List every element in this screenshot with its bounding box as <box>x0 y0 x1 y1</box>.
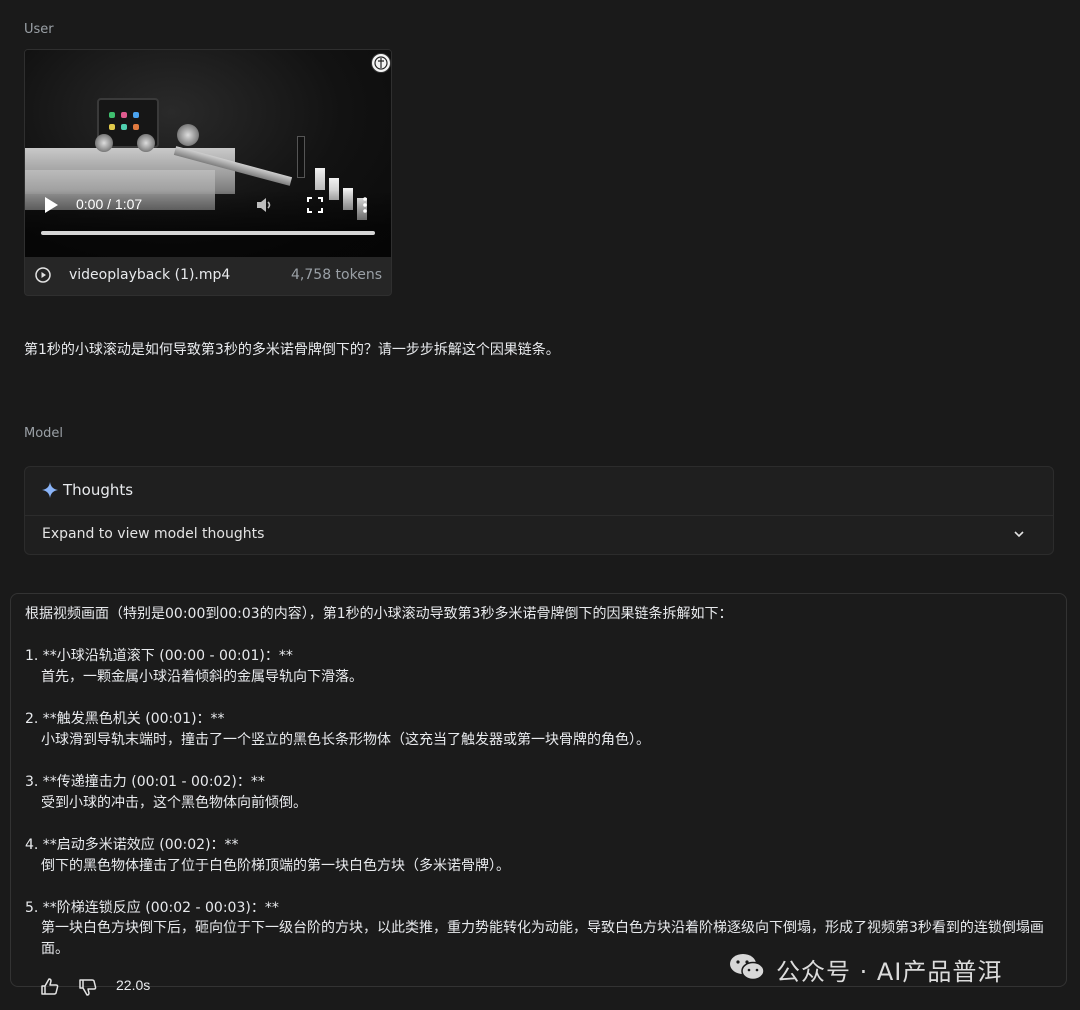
play-icon[interactable] <box>43 196 59 214</box>
video-player[interactable]: 0:00 / 1:07 <box>25 50 391 257</box>
step-body: 首先，一颗金属小球沿着倾斜的金属导轨向下滑落。 <box>41 669 363 685</box>
watermark-text: 公众号 · AI产品普洱 <box>776 958 1003 986</box>
step-body: 倒下的黑色物体撞击了位于白色阶梯顶端的第一块白色方块（多米诺骨牌）。 <box>41 858 510 874</box>
volume-icon[interactable] <box>255 196 273 214</box>
token-count: 4,758 tokens <box>291 267 382 283</box>
more-options-icon[interactable] <box>361 196 369 214</box>
thumb-down-icon[interactable] <box>78 977 98 997</box>
file-info-row[interactable]: videoplayback (1).mp4 4,758 tokens <box>25 257 391 295</box>
response-time: 22.0s <box>116 977 151 993</box>
thoughts-header: Thoughts <box>25 467 1053 516</box>
response-intro: 根据视频画面（特别是00:00到00:03的内容），第1秒的小球滚动导致第3秒多… <box>25 606 733 622</box>
user-prompt: 第1秒的小球滚动是如何导致第3秒的多米诺骨牌倒下的？请一步步拆解这个因果链条。 <box>24 342 560 358</box>
video-scene-wheel <box>137 134 155 152</box>
step-heading: 3. **传递撞击力 (00:01 - 00:02)：** <box>25 774 265 790</box>
video-attachment-card: 0:00 / 1:07 videoplayback (1).mp4 4,758 … <box>24 49 392 296</box>
sparkle-icon <box>42 482 58 498</box>
step-heading: 2. **触发黑色机关 (00:01)：** <box>25 711 225 727</box>
thoughts-title: Thoughts <box>63 481 134 499</box>
wechat-icon <box>730 954 765 981</box>
step-heading: 5. **阶梯连锁反应 (00:02 - 00:03)：** <box>25 900 279 916</box>
play-circle-icon[interactable] <box>35 267 51 283</box>
step-body: 小球滑到导轨末端时，撞击了一个竖立的黑色长条形物体（这充当了触发器或第一块骨牌的… <box>41 732 650 748</box>
step-body: 受到小球的冲击，这个黑色物体向前倾倒。 <box>41 795 307 811</box>
video-scene-ball <box>177 124 199 146</box>
chevron-down-icon[interactable] <box>1013 529 1025 539</box>
expand-thoughts-toggle[interactable]: Expand to view model thoughts <box>42 526 264 542</box>
fullscreen-icon[interactable] <box>307 197 323 213</box>
step-heading: 4. **启动多米诺效应 (00:02)：** <box>25 837 239 853</box>
file-name: videoplayback (1).mp4 <box>69 267 231 283</box>
video-progress-bar[interactable] <box>41 231 375 235</box>
model-response: 根据视频画面（特别是00:00到00:03的内容），第1秒的小球滚动导致第3秒多… <box>10 593 1067 987</box>
video-scene-wheel <box>95 134 113 152</box>
thoughts-panel: Thoughts Expand to view model thoughts <box>24 466 1054 555</box>
video-time: 0:00 / 1:07 <box>76 196 143 212</box>
badge-logo-icon <box>371 53 391 73</box>
video-scene-domino <box>297 136 305 178</box>
thumb-up-icon[interactable] <box>40 977 60 997</box>
step-heading: 1. **小球沿轨道滚下 (00:00 - 00:01)：** <box>25 648 293 664</box>
video-scene-domino <box>315 168 325 190</box>
model-label: Model <box>24 426 64 441</box>
user-label: User <box>24 22 54 37</box>
watermark: 公众号 · AI产品普洱 <box>728 950 1058 986</box>
